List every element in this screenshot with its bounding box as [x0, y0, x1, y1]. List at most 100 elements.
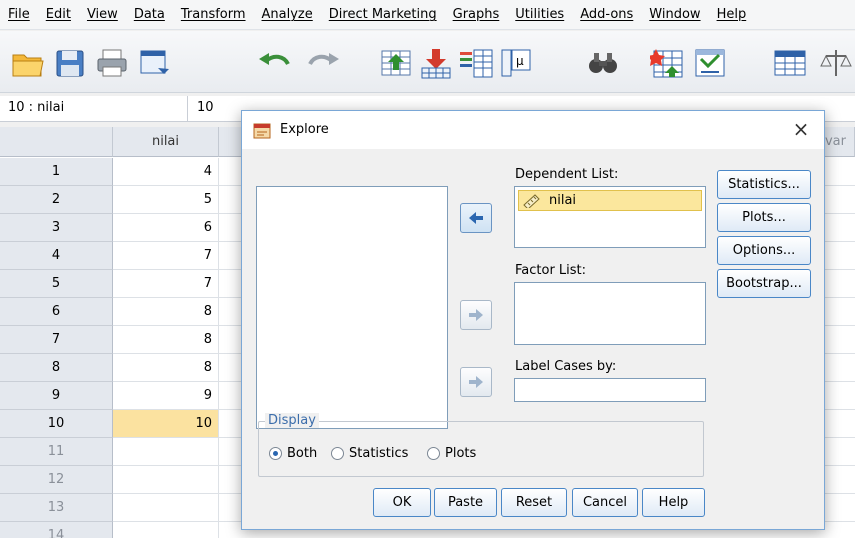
print-icon[interactable]	[94, 46, 130, 80]
radio-statistics[interactable]: Statistics	[331, 446, 408, 461]
cell-nilai[interactable]: 7	[113, 270, 219, 298]
cell-nilai[interactable]: 9	[113, 382, 219, 410]
radio-both[interactable]: Both	[269, 446, 317, 461]
radio-plots-label: Plots	[445, 446, 477, 461]
menu-add-ons[interactable]: Add-ons	[572, 7, 641, 22]
paste-button[interactable]: Paste	[434, 488, 497, 517]
ok-button[interactable]: OK	[373, 488, 431, 517]
row-number[interactable]: 3	[0, 214, 113, 242]
ruler-icon	[523, 193, 540, 208]
cell-nilai[interactable]	[113, 438, 219, 466]
row-number[interactable]: 4	[0, 242, 113, 270]
insert-cases-icon[interactable]	[647, 46, 686, 80]
open-folder-icon[interactable]	[10, 46, 46, 80]
menu-direct-marketing[interactable]: Direct Marketing	[321, 7, 445, 22]
factor-list-label: Factor List:	[515, 263, 587, 278]
row-number[interactable]: 6	[0, 298, 113, 326]
menubar: File Edit View Data Transform Analyze Di…	[0, 0, 855, 30]
find-icon[interactable]	[585, 46, 621, 80]
menu-data[interactable]: Data	[126, 7, 173, 22]
menu-edit[interactable]: Edit	[38, 7, 79, 22]
arrow-right-icon	[469, 309, 483, 321]
run-descriptives-icon[interactable]: μ	[498, 46, 534, 80]
explore-icon	[253, 122, 271, 139]
cancel-button[interactable]: Cancel	[572, 488, 638, 517]
cell-reference-name: 10 : nilai	[8, 100, 65, 115]
goto-case-icon[interactable]	[378, 46, 414, 80]
move-to-label-button[interactable]	[460, 367, 492, 397]
explore-dialog: Explore × Dependent List: nilai Factor L…	[241, 110, 825, 530]
row-number[interactable]: 1	[0, 158, 113, 186]
dependent-item-nilai[interactable]: nilai	[518, 190, 702, 211]
menu-file[interactable]: File	[0, 7, 38, 22]
toolbar: μ	[0, 31, 855, 93]
radio-plots[interactable]: Plots	[427, 446, 476, 461]
bootstrap-button[interactable]: Bootstrap...	[717, 269, 811, 298]
close-icon[interactable]: ×	[788, 117, 814, 143]
radio-unselected-icon	[331, 447, 344, 460]
dialog-recall-icon[interactable]	[136, 46, 172, 80]
cell-nilai[interactable]: 8	[113, 326, 219, 354]
move-to-factor-button[interactable]	[460, 300, 492, 330]
weight-cases-icon[interactable]	[772, 46, 808, 80]
factor-list[interactable]	[514, 282, 706, 345]
cell-value-field[interactable]: 10	[197, 100, 214, 115]
undo-icon[interactable]	[256, 46, 292, 80]
goto-variable-icon[interactable]	[418, 46, 454, 80]
cell-nilai[interactable]	[113, 466, 219, 494]
cell-nilai[interactable]: 8	[113, 298, 219, 326]
menu-view[interactable]: View	[79, 7, 126, 22]
dependent-list[interactable]: nilai	[514, 186, 706, 248]
menu-graphs[interactable]: Graphs	[445, 7, 508, 22]
cell-nilai[interactable]: 10	[113, 410, 219, 438]
cell-nilai[interactable]	[113, 522, 219, 538]
menu-analyze[interactable]: Analyze	[254, 7, 321, 22]
dialog-title: Explore	[280, 122, 329, 137]
row-number[interactable]: 2	[0, 186, 113, 214]
cell-nilai[interactable]: 5	[113, 186, 219, 214]
menu-utilities[interactable]: Utilities	[507, 7, 572, 22]
menu-window[interactable]: Window	[641, 7, 708, 22]
dialog-titlebar: Explore ×	[242, 111, 824, 149]
source-variable-list[interactable]	[256, 186, 448, 429]
cell-nilai[interactable]: 7	[113, 242, 219, 270]
split-file-icon[interactable]	[692, 46, 728, 80]
arrow-right-icon	[469, 376, 483, 388]
row-number[interactable]: 14	[0, 522, 113, 538]
display-legend: Display	[265, 413, 319, 428]
display-group: Display Both Statistics Plots	[258, 413, 704, 477]
help-button[interactable]: Help	[642, 488, 705, 517]
radio-unselected-icon	[427, 447, 440, 460]
dialog-body: Dependent List: nilai Factor List: Label…	[242, 149, 824, 529]
plots-button[interactable]: Plots...	[717, 203, 811, 232]
row-number[interactable]: 9	[0, 382, 113, 410]
row-number[interactable]: 5	[0, 270, 113, 298]
arrow-left-icon	[469, 212, 483, 224]
menu-transform[interactable]: Transform	[173, 7, 254, 22]
save-icon[interactable]	[52, 46, 88, 80]
cell-nilai[interactable]: 4	[113, 158, 219, 186]
row-number[interactable]: 7	[0, 326, 113, 354]
redo-icon[interactable]	[306, 46, 342, 80]
row-number[interactable]: 10	[0, 410, 113, 438]
reset-button[interactable]: Reset	[501, 488, 567, 517]
variables-icon[interactable]	[458, 46, 494, 80]
options-button[interactable]: Options...	[717, 236, 811, 265]
cell-nilai[interactable]: 8	[113, 354, 219, 382]
menu-help[interactable]: Help	[709, 7, 755, 22]
dependent-list-label: Dependent List:	[515, 167, 619, 182]
row-number[interactable]: 8	[0, 354, 113, 382]
statistics-button[interactable]: Statistics...	[717, 170, 811, 199]
column-header-nilai[interactable]: nilai	[113, 127, 219, 157]
corner-header[interactable]	[0, 127, 113, 157]
row-number[interactable]: 11	[0, 438, 113, 466]
row-number[interactable]: 12	[0, 466, 113, 494]
label-cases-label: Label Cases by:	[515, 359, 617, 374]
scale-icon[interactable]	[818, 46, 855, 80]
move-to-dependent-button[interactable]	[460, 203, 492, 233]
row-number[interactable]: 13	[0, 494, 113, 522]
cell-nilai[interactable]	[113, 494, 219, 522]
divider	[187, 96, 188, 122]
cell-nilai[interactable]: 6	[113, 214, 219, 242]
label-cases-field[interactable]	[514, 378, 706, 402]
